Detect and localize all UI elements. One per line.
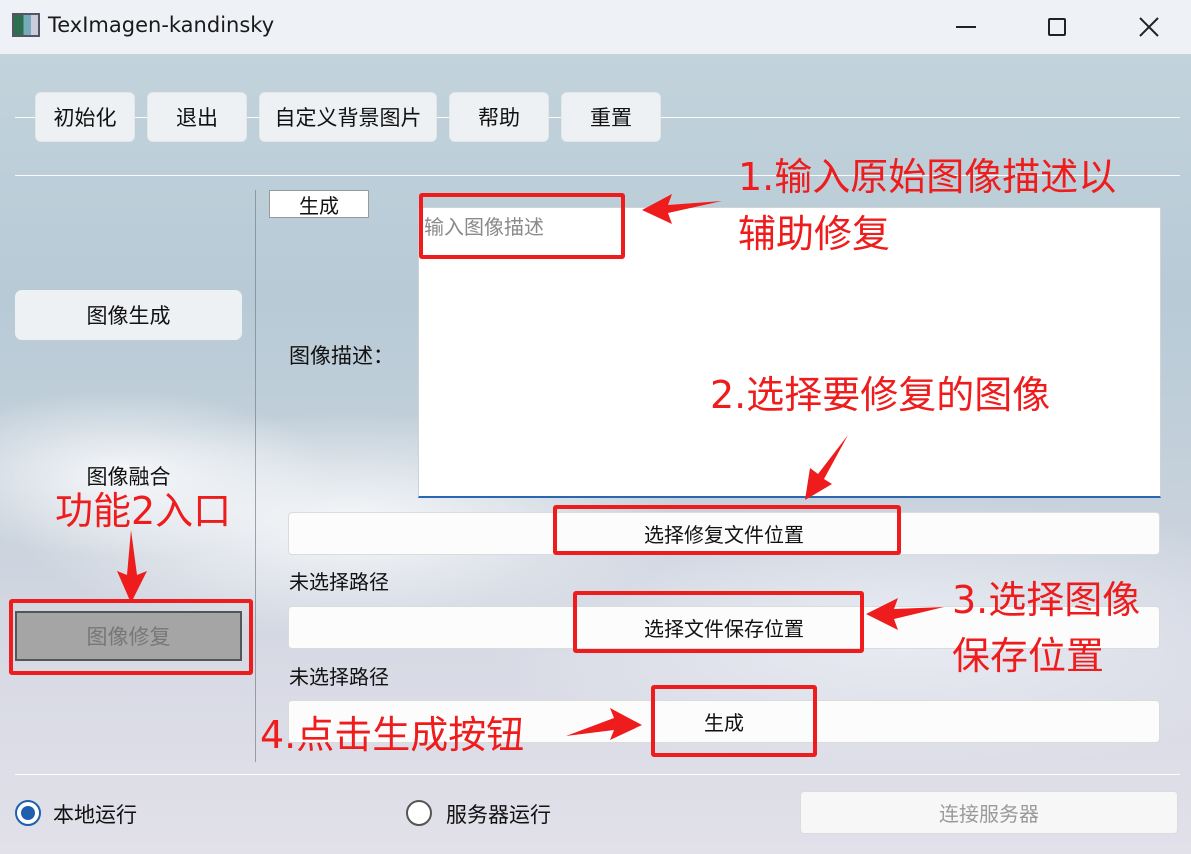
connect-server-button[interactable]: 连接服务器 bbox=[800, 791, 1178, 834]
annotation-box-description bbox=[419, 193, 625, 259]
annotation-feature-entry: 功能2入口 bbox=[55, 489, 232, 533]
minimize-icon bbox=[956, 26, 976, 28]
reset-button[interactable]: 重置 bbox=[561, 92, 661, 142]
server-run-radio[interactable] bbox=[406, 800, 432, 826]
annotation-box-save-location bbox=[573, 591, 864, 653]
annotation-box-generate bbox=[651, 685, 817, 757]
app-icon bbox=[12, 13, 40, 37]
local-run-label: 本地运行 bbox=[53, 803, 137, 827]
custom-background-button[interactable]: 自定义背景图片 bbox=[259, 92, 437, 142]
close-icon bbox=[1139, 17, 1159, 37]
maximize-button[interactable] bbox=[1022, 0, 1092, 54]
tab-generate[interactable]: 生成 bbox=[269, 190, 369, 218]
annotation-step3-line1: 3.选择图像 bbox=[952, 578, 1141, 622]
annotation-box-repair-entry bbox=[9, 599, 253, 675]
title-bar: TexImagen-kandinsky bbox=[0, 0, 1191, 54]
help-button[interactable]: 帮助 bbox=[449, 92, 549, 142]
annotation-step1-line1: 1.输入原始图像描述以 bbox=[738, 155, 1117, 199]
sidebar-divider bbox=[255, 190, 256, 762]
local-run-radio[interactable] bbox=[15, 800, 41, 826]
annotation-step4: 4.点击生成按钮 bbox=[260, 713, 525, 757]
save-file-path: 未选择路径 bbox=[289, 665, 389, 689]
close-button[interactable] bbox=[1114, 0, 1184, 54]
sidebar-item-image-generation[interactable]: 图像生成 bbox=[15, 290, 242, 340]
exit-button[interactable]: 退出 bbox=[147, 92, 247, 142]
init-button[interactable]: 初始化 bbox=[35, 92, 135, 142]
annotation-step2: 2.选择要修复的图像 bbox=[710, 373, 1051, 417]
description-label: 图像描述： bbox=[289, 344, 394, 368]
annotation-box-repair-file bbox=[553, 505, 901, 555]
annotation-step1-line2: 辅助修复 bbox=[738, 212, 891, 256]
footer-divider bbox=[15, 774, 1180, 775]
annotation-step3-line2: 保存位置 bbox=[952, 634, 1105, 678]
maximize-icon bbox=[1048, 18, 1066, 36]
repair-file-path: 未选择路径 bbox=[289, 570, 389, 594]
window-title: TexImagen-kandinsky bbox=[48, 13, 275, 37]
server-run-label: 服务器运行 bbox=[446, 803, 551, 827]
minimize-button[interactable] bbox=[931, 0, 1001, 54]
